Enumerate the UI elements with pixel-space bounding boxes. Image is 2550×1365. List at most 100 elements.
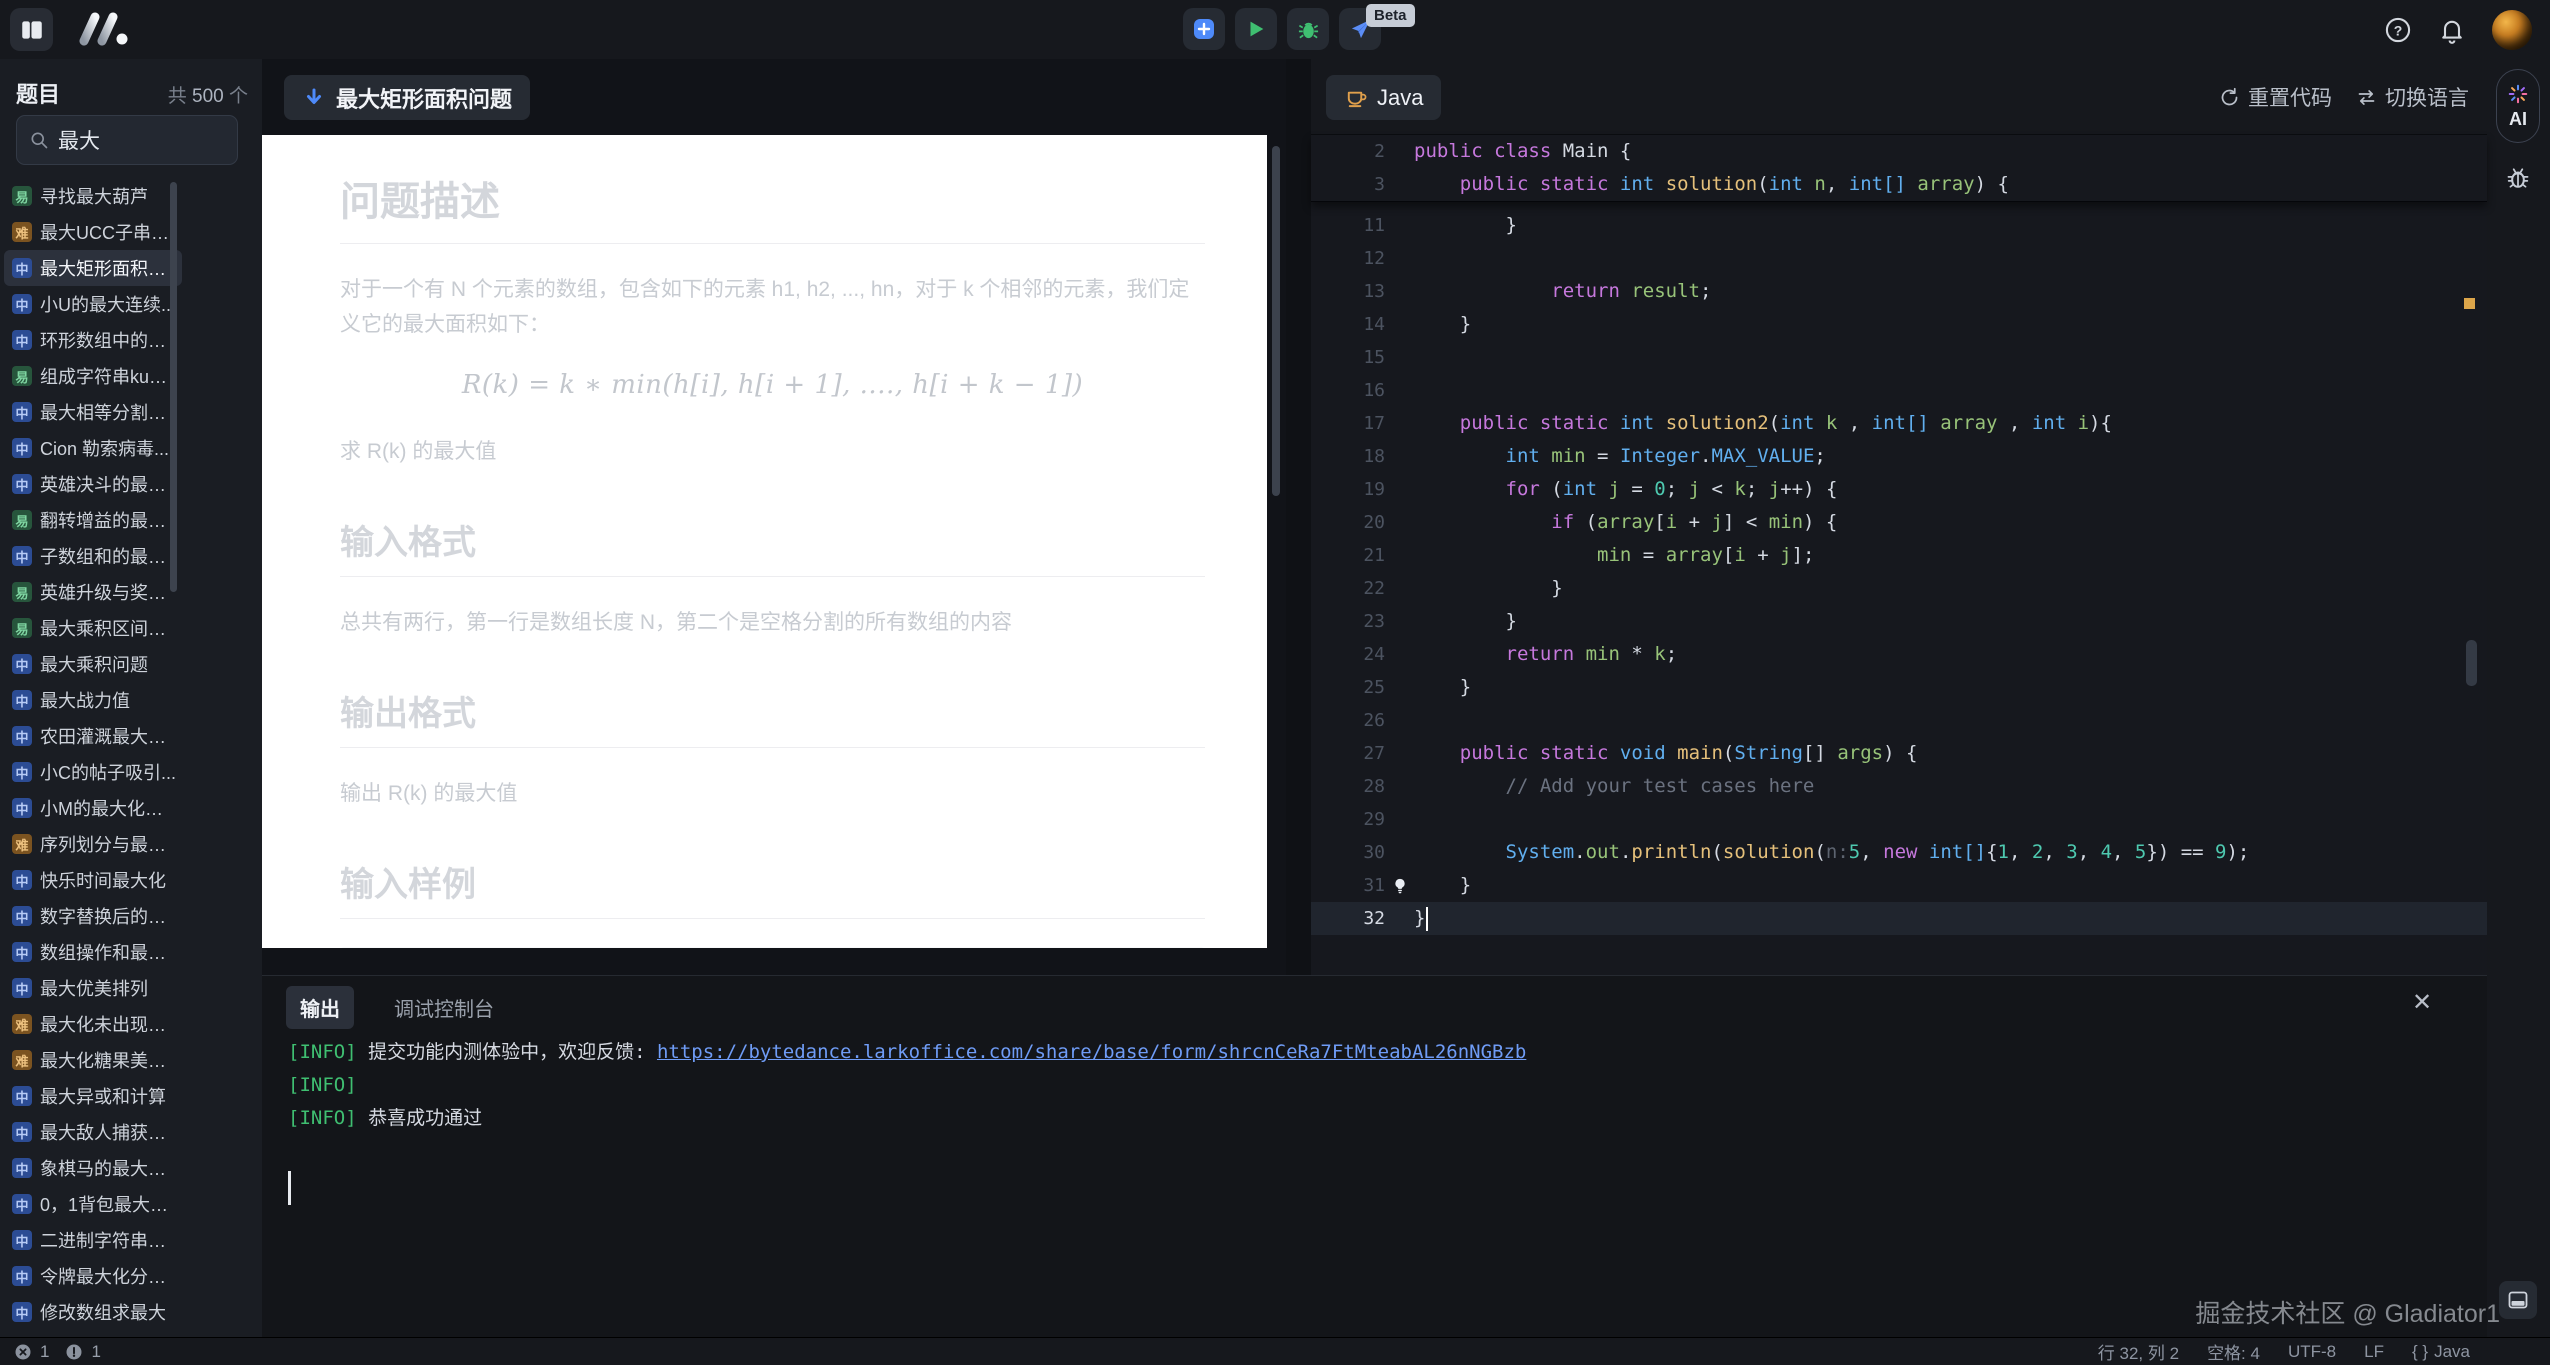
code-line[interactable]: 20 if (array[i + j] < min) { — [1311, 506, 2487, 539]
problem-list-item[interactable]: 中小M的最大化数组 — [4, 790, 182, 826]
problem-list-item[interactable]: 易英雄升级与奖励... — [4, 574, 182, 610]
sidebar-toggle-button[interactable] — [10, 8, 53, 51]
code-line[interactable]: 18 int min = Integer.MAX_VALUE; — [1311, 440, 2487, 473]
problem-list-item[interactable]: 中Cion 勒索病毒... — [4, 430, 182, 466]
code-line[interactable]: 23 } — [1311, 605, 2487, 638]
problem-list-item[interactable]: 易组成字符串ku的... — [4, 358, 182, 394]
problem-list-item[interactable]: 中修改数组求最大 — [4, 1294, 182, 1330]
run-button[interactable] — [1235, 8, 1277, 50]
problem-list-item[interactable]: 中英雄决斗的最大... — [4, 466, 182, 502]
problem-list-item[interactable]: 中数组操作和最大... — [4, 934, 182, 970]
ai-assistant-button[interactable]: AI — [2496, 69, 2540, 143]
problem-title: 数字替换后的最... — [40, 903, 178, 929]
code-line[interactable]: 25 } — [1311, 671, 2487, 704]
problem-list-item[interactable]: 中最大敌人捕获问... — [4, 1114, 182, 1150]
problem-list-item[interactable]: 中令牌最大化分数... — [4, 1258, 182, 1294]
problem-list-item[interactable]: 难最大化糖果美味... — [4, 1042, 182, 1078]
switch-language-button[interactable]: 切换语言 — [2356, 82, 2469, 112]
code-line[interactable]: 26 — [1311, 704, 2487, 737]
problem-list-item[interactable]: 中小U的最大连续... — [4, 286, 182, 322]
debug-rail-button[interactable] — [2504, 164, 2532, 197]
problem-scrollbar[interactable] — [1272, 146, 1280, 496]
code-line[interactable]: 24 return min * k; — [1311, 638, 2487, 671]
code-line[interactable]: 13 return result; — [1311, 275, 2487, 308]
problem-list-item[interactable]: 中最大矩形面积问... — [4, 250, 182, 286]
problem-title: 农田灌溉最大化... — [40, 723, 178, 749]
problem-list-item[interactable]: 易最大乘积区间问... — [4, 610, 182, 646]
code-line[interactable]: 22 } — [1311, 572, 2487, 605]
problem-list-item[interactable]: 易寻找最大葫芦 — [4, 178, 182, 214]
problem-list-item[interactable]: 中农田灌溉最大化... — [4, 718, 182, 754]
code-line[interactable]: 32} — [1311, 902, 2487, 935]
debug-button[interactable] — [1287, 8, 1329, 50]
cursor-position[interactable]: 行 32, 列 2 — [2098, 1339, 2179, 1364]
code-line[interactable]: 19 for (int j = 0; j < k; j++) { — [1311, 473, 2487, 506]
tab-output[interactable]: 输出 — [286, 986, 354, 1029]
problem-list-item[interactable]: 中环形数组中的最... — [4, 322, 182, 358]
tab-debug-console[interactable]: 调试控制台 — [380, 986, 508, 1029]
code-line[interactable]: 27 public static void main(String[] args… — [1311, 737, 2487, 770]
app-logo[interactable] — [76, 12, 136, 51]
code-line[interactable]: 28 // Add your test cases here — [1311, 770, 2487, 803]
code-line[interactable]: 31 } — [1311, 869, 2487, 902]
code-line[interactable]: 16 — [1311, 374, 2487, 407]
help-icon[interactable]: ? — [2384, 16, 2412, 44]
problem-list-item[interactable]: 中最大优美排列 — [4, 970, 182, 1006]
search-input[interactable] — [58, 128, 208, 152]
problem-list-item[interactable]: 难最大化未出现自... — [4, 1006, 182, 1042]
problem-list-item[interactable]: 中最大战力值 — [4, 682, 182, 718]
difficulty-badge: 难 — [12, 834, 32, 854]
gutter-slot — [1385, 836, 1414, 869]
reset-code-button[interactable]: 重置代码 — [2219, 82, 2332, 112]
problem-list-item[interactable]: 中象棋马的最大权... — [4, 1150, 182, 1186]
problem-list-item[interactable]: 难序列划分与最大... — [4, 826, 182, 862]
notification-bell-icon[interactable] — [2438, 16, 2466, 44]
problem-list-item[interactable]: 中快乐时间最大化 — [4, 862, 182, 898]
user-avatar[interactable] — [2492, 10, 2532, 50]
encoding[interactable]: UTF-8 — [2288, 1342, 2336, 1362]
problem-tab[interactable]: 最大矩形面积问题 — [284, 75, 530, 120]
code-line[interactable]: 14 } — [1311, 308, 2487, 341]
code-editor-panel: Java 重置代码 切换语言 — [1311, 59, 2487, 975]
code-line[interactable]: 15 — [1311, 341, 2487, 374]
line-number: 20 — [1311, 506, 1385, 539]
search-box[interactable] — [16, 115, 238, 165]
code-text: if (array[i + j] < min) { — [1414, 506, 2487, 539]
warnings-icon — [65, 1343, 83, 1361]
code-text: } — [1414, 605, 2487, 638]
eol-setting[interactable]: LF — [2364, 1342, 2384, 1362]
indent-setting[interactable]: 空格: 4 — [2207, 1339, 2260, 1364]
problem-list-item[interactable]: 中二进制字符串的... — [4, 1222, 182, 1258]
sidebar-scrollbar[interactable] — [170, 182, 177, 592]
code-text — [1414, 242, 2487, 275]
line-number: 16 — [1311, 374, 1385, 407]
gutter-slot — [1385, 135, 1414, 168]
problem-list-item[interactable]: 中数字替换后的最... — [4, 898, 182, 934]
code-line[interactable]: 21 min = array[i + j]; — [1311, 539, 2487, 572]
code-line[interactable]: 11 } — [1311, 209, 2487, 242]
code-area[interactable]: 11 }1213 return result;14 }151617 public… — [1311, 135, 2487, 975]
problem-list-item[interactable]: 难最大UCC子串计算 — [4, 214, 182, 250]
code-line[interactable]: 12 — [1311, 242, 2487, 275]
problem-list-item[interactable]: 中最大相等分割红... — [4, 394, 182, 430]
problem-list-item[interactable]: 易翻转增益的最大... — [4, 502, 182, 538]
editor-scrollbar[interactable] — [2466, 640, 2477, 686]
code-line[interactable]: 17 public static int solution2(int k , i… — [1311, 407, 2487, 440]
feedback-link[interactable]: https://bytedance.larkoffice.com/share/b… — [657, 1041, 1526, 1063]
toggle-bottom-panel-button[interactable] — [2499, 1281, 2537, 1319]
code-line[interactable]: 30 System.out.println(solution(n:5, new … — [1311, 836, 2487, 869]
problem-list-item[interactable]: 中0，1背包最大价... — [4, 1186, 182, 1222]
code-line[interactable]: 29 — [1311, 803, 2487, 836]
problem-list-item[interactable]: 中小C的帖子吸引... — [4, 754, 182, 790]
warning-count[interactable]: 1 — [91, 1342, 100, 1362]
problem-list-item[interactable]: 中最大异或和计算 — [4, 1078, 182, 1114]
close-panel-icon[interactable]: ✕ — [2409, 990, 2435, 1016]
language-mode[interactable]: { } Java — [2412, 1342, 2470, 1362]
code-line[interactable]: 3 public static int solution(int n, int[… — [1311, 168, 2487, 201]
add-button[interactable] — [1183, 8, 1225, 50]
code-line[interactable]: 2public class Main { — [1311, 135, 2487, 168]
problem-list-item[interactable]: 中最大乘积问题 — [4, 646, 182, 682]
error-count[interactable]: 1 — [40, 1342, 49, 1362]
problem-list-item[interactable]: 中子数组和的最大... — [4, 538, 182, 574]
language-tab[interactable]: Java — [1326, 75, 1441, 120]
